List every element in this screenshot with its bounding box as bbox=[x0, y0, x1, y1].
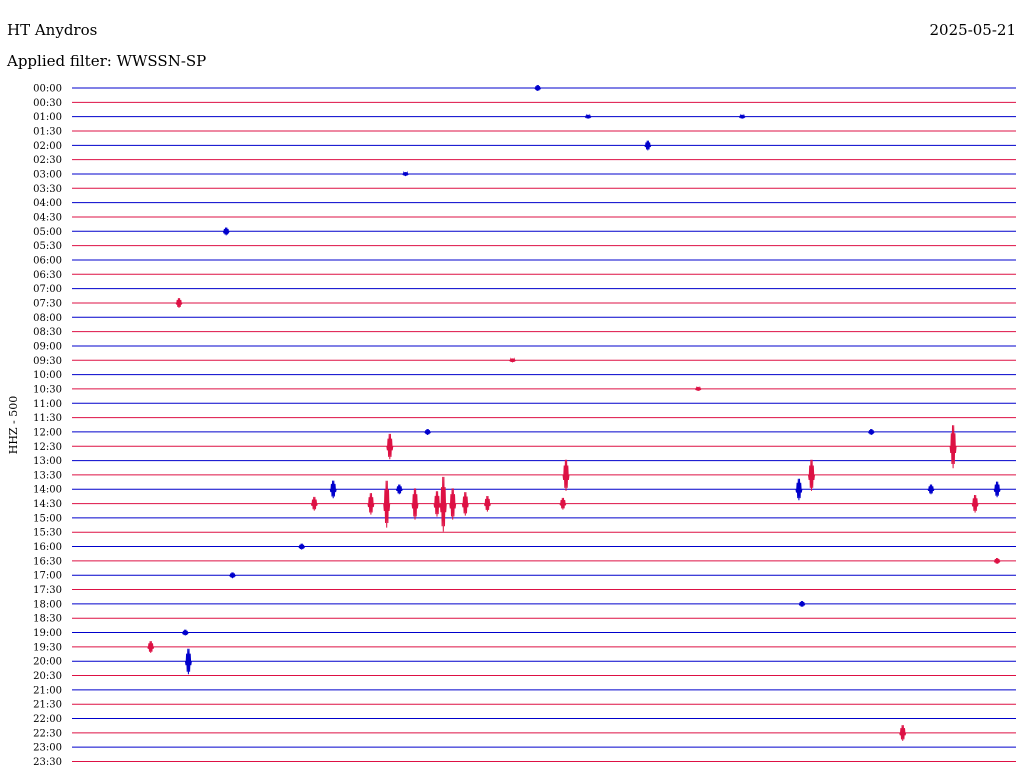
seismic-event bbox=[795, 478, 803, 501]
seismic-event bbox=[175, 298, 183, 308]
row-time-label: 13:00 bbox=[33, 456, 62, 467]
seismic-event bbox=[310, 496, 318, 511]
seismic-event bbox=[229, 572, 236, 579]
seismic-event bbox=[383, 480, 391, 528]
trace-layer bbox=[72, 85, 1016, 763]
seismic-event bbox=[424, 429, 432, 435]
row-time-label: 22:30 bbox=[33, 728, 62, 739]
helicorder-plot: 00:00 00:30 01:00 01:30 02:00 02:30 03:00 03:30… bbox=[33, 84, 1016, 769]
time-label-layer: 00:00 00:30 01:00 01:30 02:00 02:30 03:00 03:30… bbox=[33, 84, 62, 769]
row-time-label: 12:30 bbox=[33, 442, 62, 453]
seismic-event bbox=[184, 648, 192, 675]
row-time-label: 00:00 bbox=[33, 84, 62, 95]
seismic-event bbox=[534, 85, 542, 92]
row-time-label: 12:00 bbox=[33, 427, 62, 438]
row-time-label: 16:00 bbox=[33, 542, 62, 553]
seismic-event bbox=[738, 113, 746, 119]
row-time-label: 16:30 bbox=[33, 556, 62, 567]
seismic-event bbox=[439, 476, 447, 532]
row-time-label: 13:30 bbox=[33, 470, 62, 481]
row-time-label: 11:00 bbox=[33, 399, 62, 410]
seismic-event bbox=[402, 170, 409, 177]
seismic-event bbox=[483, 495, 491, 512]
row-time-label: 06:30 bbox=[33, 270, 62, 281]
seismic-event bbox=[927, 484, 935, 495]
row-time-label: 14:00 bbox=[33, 485, 62, 496]
row-time-label: 07:00 bbox=[33, 284, 62, 295]
seismic-event bbox=[694, 385, 702, 391]
seismic-event bbox=[808, 459, 815, 491]
seismic-event bbox=[449, 488, 457, 520]
row-time-label: 01:00 bbox=[33, 112, 62, 123]
seismic-event bbox=[329, 480, 337, 499]
seismic-event bbox=[367, 493, 375, 515]
row-time-label: 19:30 bbox=[33, 642, 62, 653]
row-time-label: 02:00 bbox=[33, 141, 62, 152]
seismic-event bbox=[222, 227, 230, 236]
row-time-label: 11:30 bbox=[33, 413, 62, 424]
row-time-label: 18:30 bbox=[33, 614, 62, 625]
row-time-label: 23:00 bbox=[33, 743, 62, 754]
row-time-label: 03:00 bbox=[33, 169, 62, 180]
row-time-label: 04:30 bbox=[33, 212, 62, 223]
row-time-label: 08:30 bbox=[33, 327, 62, 338]
row-time-label: 17:30 bbox=[33, 585, 62, 596]
seismic-event bbox=[509, 357, 516, 363]
row-time-label: 09:30 bbox=[33, 356, 62, 367]
row-time-label: 22:00 bbox=[33, 714, 62, 725]
seismic-event bbox=[993, 557, 1001, 564]
seismic-event bbox=[386, 433, 394, 460]
seismic-event bbox=[867, 429, 875, 435]
seismic-event bbox=[181, 629, 189, 636]
seismogram-page: HT Anydros Applied filter: WWSSN-SP 2025… bbox=[0, 0, 1024, 780]
row-time-label: 10:30 bbox=[33, 384, 62, 395]
seismic-event bbox=[993, 481, 1001, 498]
seismic-event bbox=[562, 459, 570, 491]
row-time-label: 05:30 bbox=[33, 241, 62, 252]
row-time-label: 21:00 bbox=[33, 685, 62, 696]
row-time-label: 17:00 bbox=[33, 571, 62, 582]
seismic-event bbox=[559, 497, 567, 510]
row-time-label: 23:30 bbox=[33, 757, 62, 768]
row-time-label: 15:30 bbox=[33, 528, 62, 539]
row-time-label: 00:30 bbox=[33, 98, 62, 109]
row-time-label: 07:30 bbox=[33, 298, 62, 309]
row-time-label: 21:30 bbox=[33, 700, 62, 711]
seismic-event bbox=[461, 492, 469, 516]
row-time-label: 04:00 bbox=[33, 198, 62, 209]
row-time-label: 20:00 bbox=[33, 657, 62, 668]
seismic-event bbox=[899, 725, 907, 741]
seismic-event bbox=[147, 641, 155, 653]
seismic-event bbox=[395, 484, 403, 495]
seismic-event bbox=[411, 488, 419, 520]
row-time-label: 18:00 bbox=[33, 599, 62, 610]
row-time-label: 06:00 bbox=[33, 255, 62, 266]
seismic-event bbox=[971, 494, 979, 513]
row-time-label: 14:30 bbox=[33, 499, 62, 510]
seismic-event bbox=[298, 543, 306, 550]
row-time-label: 01:30 bbox=[33, 126, 62, 137]
seismic-event bbox=[433, 491, 441, 517]
row-time-label: 10:00 bbox=[33, 370, 62, 381]
row-time-label: 09:00 bbox=[33, 341, 62, 352]
row-time-label: 15:00 bbox=[33, 513, 62, 524]
row-time-label: 02:30 bbox=[33, 155, 62, 166]
seismic-event bbox=[584, 113, 592, 119]
seismic-event bbox=[798, 600, 806, 607]
row-time-label: 05:00 bbox=[33, 227, 62, 238]
row-time-label: 03:30 bbox=[33, 184, 62, 195]
seismic-event bbox=[644, 140, 652, 151]
row-time-label: 08:00 bbox=[33, 313, 62, 324]
row-time-label: 19:00 bbox=[33, 628, 62, 639]
row-time-label: 20:30 bbox=[33, 671, 62, 682]
